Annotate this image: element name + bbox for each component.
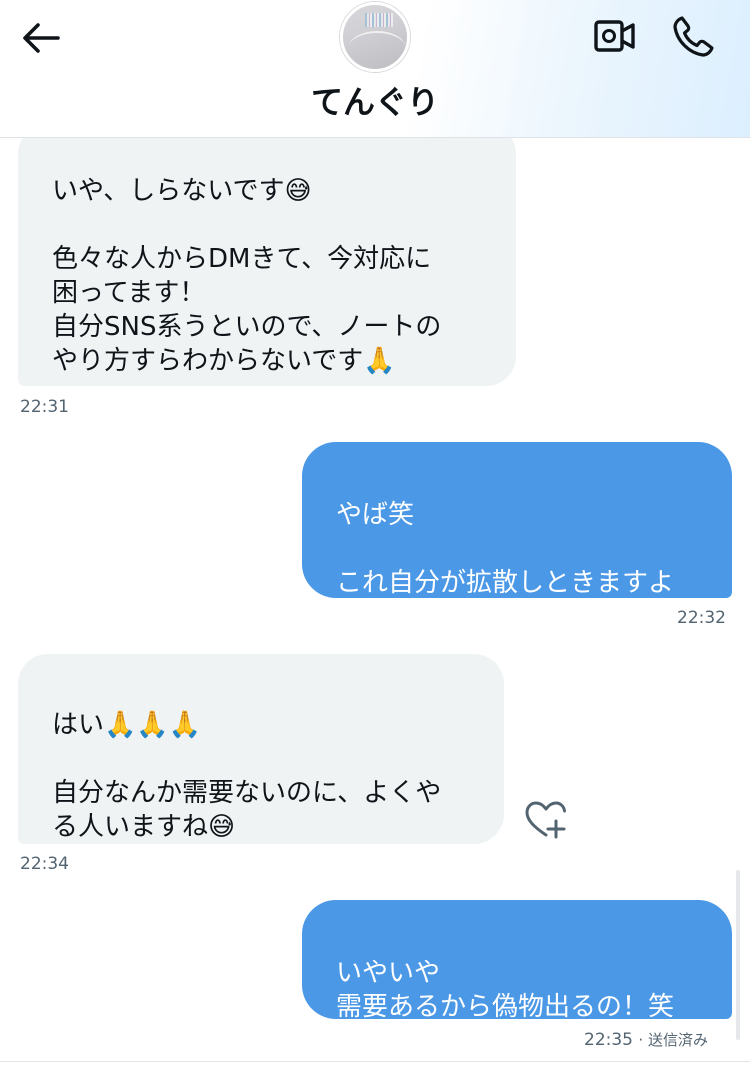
outgoing-message-bubble[interactable]: いやいや 需要あるから偽物出るの！笑 xyxy=(302,900,732,1022)
back-arrow-icon xyxy=(23,23,60,53)
message-timestamp: 22:32 xyxy=(677,608,726,628)
phone-call-icon xyxy=(673,16,714,57)
message-text: いやいや 需要あるから偽物出るの！笑 xyxy=(336,958,675,1022)
message-time: 22:35 xyxy=(584,1030,633,1050)
contact-avatar[interactable] xyxy=(340,2,410,72)
divider xyxy=(0,1061,750,1062)
message-timestamp: 22:34 xyxy=(20,854,69,874)
add-reaction-button[interactable] xyxy=(524,800,568,840)
incoming-message-bubble[interactable]: はい🙏🙏🙏 自分なんか需要ないのに、よくや る人いますね😅 xyxy=(18,654,504,844)
scrollbar[interactable] xyxy=(736,870,740,1040)
back-button[interactable] xyxy=(20,18,64,58)
message-text: はい🙏🙏🙏 自分なんか需要ないのに、よくや る人いますね😅 xyxy=(52,710,442,842)
conversation-header: てんぐり xyxy=(0,0,750,138)
heart-plus-icon xyxy=(525,801,566,839)
chat-thread[interactable]: いや、しらないです😅 色々な人からDMきて、今対応に 困ってます！ 自分SNS系… xyxy=(0,0,750,1074)
outgoing-message-bubble[interactable]: やば笑 これ自分が拡散しときますよ xyxy=(302,442,732,598)
incoming-message-bubble[interactable]: いや、しらないです😅 色々な人からDMきて、今対応に 困ってます！ 自分SNS系… xyxy=(18,124,516,386)
contact-name[interactable]: てんぐり xyxy=(0,80,750,124)
video-call-icon xyxy=(594,20,635,52)
message-status: · 送信済み xyxy=(638,1031,708,1049)
message-text: やば笑 これ自分が拡散しときますよ xyxy=(336,500,675,598)
message-timestamp: 22:35 · 送信済み xyxy=(584,1029,708,1051)
message-timestamp: 22:31 xyxy=(20,397,69,417)
message-text: いや、しらないです😅 色々な人からDMきて、今対応に 困ってます！ 自分SNS系… xyxy=(52,176,442,376)
voice-call-button[interactable] xyxy=(670,14,716,58)
video-call-button[interactable] xyxy=(592,16,638,56)
